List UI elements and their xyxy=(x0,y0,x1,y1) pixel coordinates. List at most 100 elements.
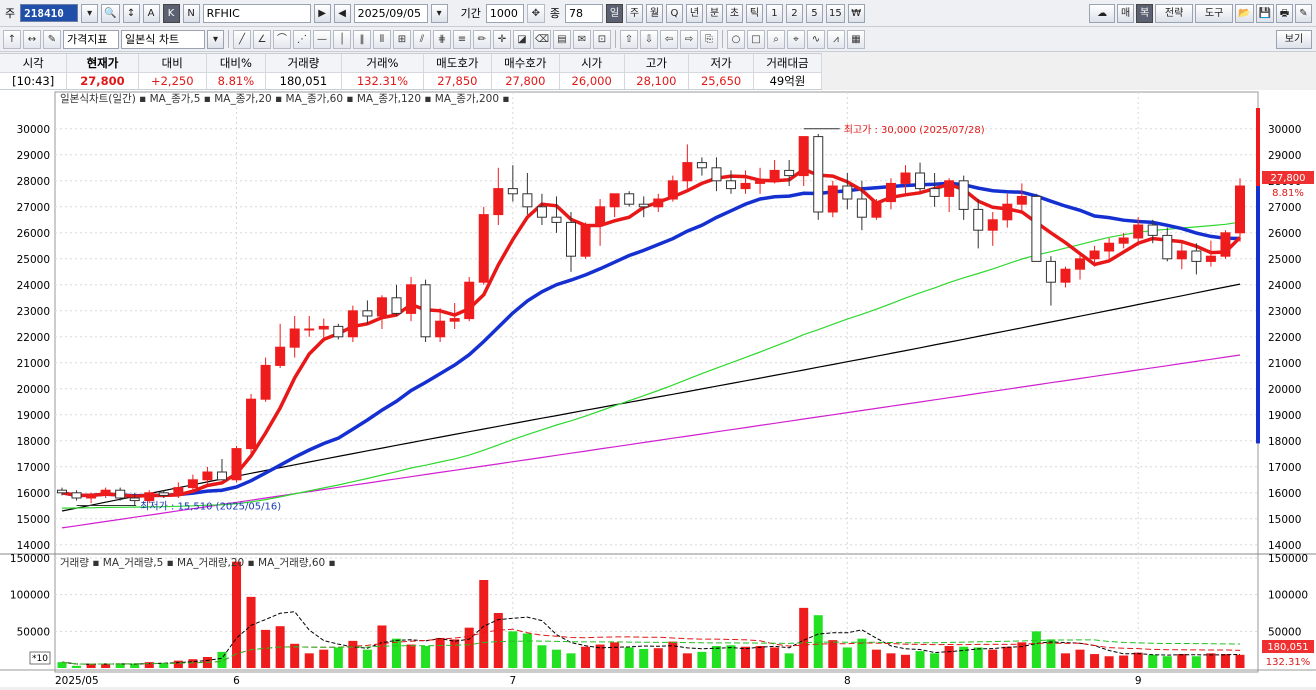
volume-bar xyxy=(1031,631,1041,668)
trendline-icon[interactable]: ╱ xyxy=(233,29,251,49)
timeframe-quarter[interactable]: Q xyxy=(665,3,683,23)
timeframe-15[interactable]: 15 xyxy=(825,3,845,23)
settings-icon[interactable]: ✎ xyxy=(1295,3,1312,23)
currency-icon[interactable]: ₩ xyxy=(847,3,865,23)
search-icon[interactable]: 🔍 xyxy=(101,3,120,23)
view-button[interactable]: 보기 xyxy=(1276,29,1312,49)
candle-up xyxy=(100,489,111,496)
scroll-right-icon[interactable]: ⇨ xyxy=(680,29,698,49)
mode-k-button[interactable]: K xyxy=(162,3,180,23)
timeframe-1[interactable]: 1 xyxy=(765,3,783,23)
stock-name-field[interactable]: RFHIC xyxy=(202,3,311,23)
gann-icon[interactable]: ⊞ xyxy=(393,29,411,49)
cloud-icon[interactable]: ☁ xyxy=(1089,3,1116,23)
zoom-icon[interactable]: ⌕ xyxy=(767,29,785,49)
wave-icon[interactable]: ∿ xyxy=(807,29,825,49)
stock-code-input[interactable]: 218410 xyxy=(20,4,79,22)
candle-down xyxy=(420,284,431,338)
count-input[interactable]: 78 xyxy=(564,3,603,23)
timeframe-minute[interactable]: 분 xyxy=(705,3,723,23)
timeframe-tick[interactable]: 틱 xyxy=(745,3,763,23)
back-icon[interactable]: ◀ xyxy=(333,3,351,23)
pencil-icon[interactable]: ✏ xyxy=(473,29,491,49)
x-tick-label: 6 xyxy=(233,675,240,687)
volume-bar xyxy=(1235,654,1245,668)
y-tick-label-right: 17000 xyxy=(1268,462,1301,474)
target-icon[interactable]: ⌖ xyxy=(787,29,805,49)
timeframe-week[interactable]: 주 xyxy=(625,3,643,23)
candle-up xyxy=(464,281,475,320)
y-tick-label-right: 24000 xyxy=(1268,280,1301,292)
quote-header: 거래% xyxy=(341,54,424,73)
volume-bar xyxy=(537,645,547,668)
note-icon[interactable]: ▤ xyxy=(553,29,571,49)
screenshot-icon[interactable]: ⊡ xyxy=(593,29,611,49)
candle-down xyxy=(507,188,518,195)
scroll-down-icon[interactable]: ⇩ xyxy=(640,29,658,49)
fibo-icon[interactable]: ≡ xyxy=(453,29,471,49)
move-icon[interactable]: ✥ xyxy=(526,3,545,23)
sort-icon[interactable]: ↕ xyxy=(122,3,140,23)
candlestick-chart[interactable]: 14000 14000 15000 15000 16000 16000 17000 17000… xyxy=(0,90,1316,687)
volume-bar xyxy=(813,615,823,668)
color-icon[interactable]: ◪ xyxy=(513,29,531,49)
vertical-line-icon[interactable]: │ xyxy=(333,29,351,49)
buy-button[interactable]: 매 xyxy=(1117,3,1135,23)
candle-up xyxy=(1234,185,1246,234)
save-icon[interactable]: 💾 xyxy=(1255,3,1274,23)
strategy-button[interactable]: 전략 xyxy=(1155,3,1194,23)
quote-header: 대비 xyxy=(138,54,207,73)
fan-icon[interactable]: ⋰ xyxy=(293,29,311,49)
date-field[interactable]: 2025/09/05 xyxy=(353,3,428,23)
code-dropdown-icon[interactable]: ▾ xyxy=(81,3,99,23)
y-tick-label: 20000 xyxy=(17,384,50,396)
memo-icon[interactable]: ✉ xyxy=(573,29,591,49)
timeframe-5[interactable]: 5 xyxy=(805,3,823,23)
date-dropdown-icon[interactable]: ▾ xyxy=(430,3,448,23)
horizontal-arrows-icon[interactable]: ↔ xyxy=(23,29,41,49)
quote-low: 25,650 xyxy=(688,72,754,89)
timeframe-second[interactable]: 초 xyxy=(725,3,743,23)
angle-icon[interactable]: ∠ xyxy=(253,29,271,49)
square-icon[interactable]: □ xyxy=(747,29,765,49)
timeframe-day[interactable]: 일 xyxy=(605,3,623,23)
volume-bar xyxy=(508,631,518,668)
chart-type-dropdown-icon[interactable]: ▾ xyxy=(207,29,224,49)
parallel-icon[interactable]: ⋕ xyxy=(433,29,451,49)
volume-scale-label: *10 xyxy=(32,654,48,664)
fibo-time-icon[interactable]: ⦀ xyxy=(373,29,391,49)
zigzag-icon[interactable]: ⩘ xyxy=(827,29,845,49)
timeframe-month[interactable]: 월 xyxy=(645,3,663,23)
chart-type-select[interactable]: 일본식 차트 xyxy=(121,29,205,49)
scroll-left-icon[interactable]: ⇦ xyxy=(660,29,678,49)
scroll-up-icon[interactable]: ⇧ xyxy=(620,29,638,49)
cycle-lines-icon[interactable]: ‖ xyxy=(353,29,371,49)
circle-icon[interactable]: ○ xyxy=(727,29,745,49)
horizontal-line-icon[interactable]: — xyxy=(313,29,331,49)
crosshair-icon[interactable]: ✛ xyxy=(493,29,511,49)
grid-icon[interactable]: ▦ xyxy=(847,29,865,49)
tools-button[interactable]: 도구 xyxy=(1195,3,1234,23)
y-tick-label-right: 19000 xyxy=(1268,410,1301,422)
y-tick-label-right: 29000 xyxy=(1268,150,1301,162)
copy-button[interactable]: 복 xyxy=(1136,3,1154,23)
edit-icon[interactable]: ✎ xyxy=(43,29,61,49)
open-icon[interactable]: 📂 xyxy=(1235,3,1254,23)
mode-a-button[interactable]: A xyxy=(142,3,160,23)
timeframe-year[interactable]: 년 xyxy=(685,3,703,23)
channel-icon[interactable]: ⫽ xyxy=(413,29,431,49)
print-icon[interactable]: 🖶 xyxy=(1276,3,1293,23)
timeframe-2[interactable]: 2 xyxy=(785,3,803,23)
play-icon[interactable]: ▶ xyxy=(313,3,331,23)
period-input[interactable]: 1000 xyxy=(485,3,524,23)
quote-header: 현재가 xyxy=(66,54,139,73)
mode-n-button[interactable]: N xyxy=(182,3,200,23)
arc-icon[interactable]: ⌒ xyxy=(273,29,291,49)
chart-area[interactable]: 14000 14000 15000 15000 16000 16000 17000 17000… xyxy=(0,90,1316,687)
y-tick-label: 17000 xyxy=(17,462,50,474)
candle-up xyxy=(478,214,489,283)
eraser-icon[interactable]: ⌫ xyxy=(533,29,551,49)
page-icon[interactable]: ⎘ xyxy=(700,29,718,49)
up-arrow-icon[interactable]: ↑ xyxy=(3,29,21,49)
indicator-selector[interactable]: 가격지표 xyxy=(63,29,119,49)
